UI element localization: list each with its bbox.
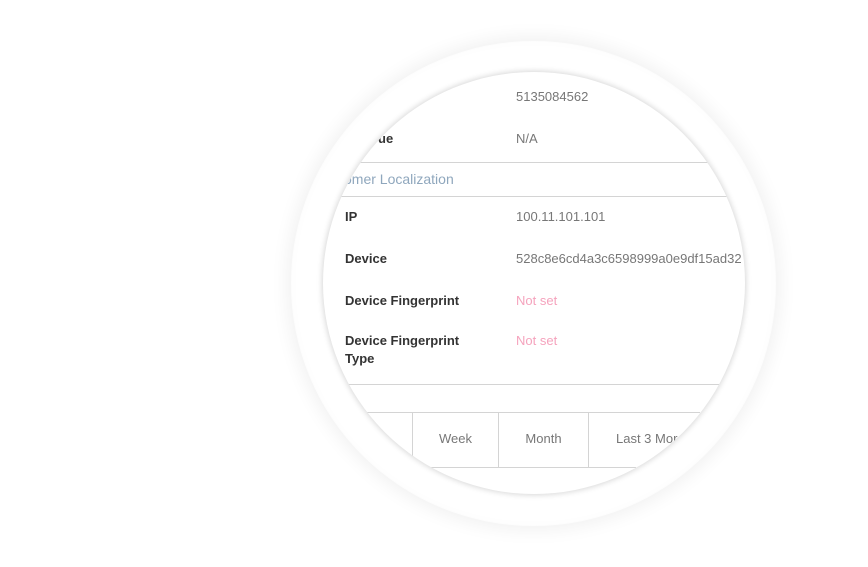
partial-field-value: N/A: [516, 131, 538, 146]
magnifier-lens: 5135084562 ue N/A omer Localization IP 1…: [323, 72, 745, 494]
divider-line: [323, 384, 719, 385]
device-fingerprint-label: Device Fingerprint: [345, 293, 460, 308]
partial-field-label: ue: [378, 131, 394, 146]
phone-value: 5135084562: [516, 89, 589, 104]
tab-separator: [588, 412, 589, 467]
tabs-top-border: [323, 412, 700, 413]
tab-month[interactable]: Month: [499, 430, 588, 448]
ip-label: IP: [345, 209, 358, 224]
tab-last-3-months[interactable]: Last 3 Mor: [616, 430, 677, 448]
device-fingerprint-value: Not set: [516, 293, 558, 308]
divider-line: [323, 162, 720, 163]
device-fingerprint-type-label-line2: Type: [345, 351, 375, 366]
tab-week[interactable]: Week: [413, 430, 498, 448]
divider-line: [323, 196, 740, 197]
magnifier-stage: 5135084562 ue N/A omer Localization IP 1…: [0, 0, 868, 567]
zoomed-content: 5135084562 ue N/A omer Localization IP 1…: [323, 72, 745, 494]
section-title-customer-localization: omer Localization: [344, 171, 454, 187]
device-label: Device: [345, 251, 387, 266]
device-value: 528c8e6cd4a3c6598999a0e9df15ad32: [516, 251, 742, 266]
device-fingerprint-type-value: Not set: [516, 333, 558, 348]
device-fingerprint-type-label-line1: Device Fingerprint: [345, 333, 460, 348]
ip-value: 100.11.101.101: [516, 209, 606, 224]
tabs-bottom-border: [323, 467, 636, 468]
